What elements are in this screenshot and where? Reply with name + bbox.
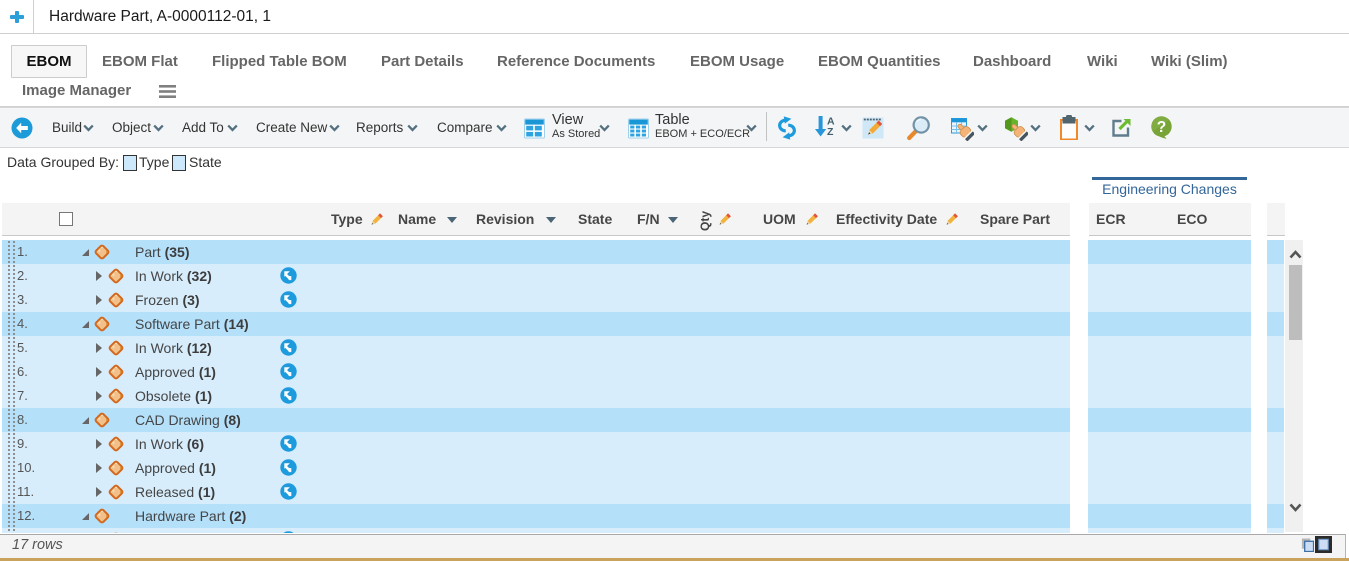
- svg-text:Z: Z: [827, 126, 834, 138]
- svg-text:?: ?: [1157, 119, 1166, 136]
